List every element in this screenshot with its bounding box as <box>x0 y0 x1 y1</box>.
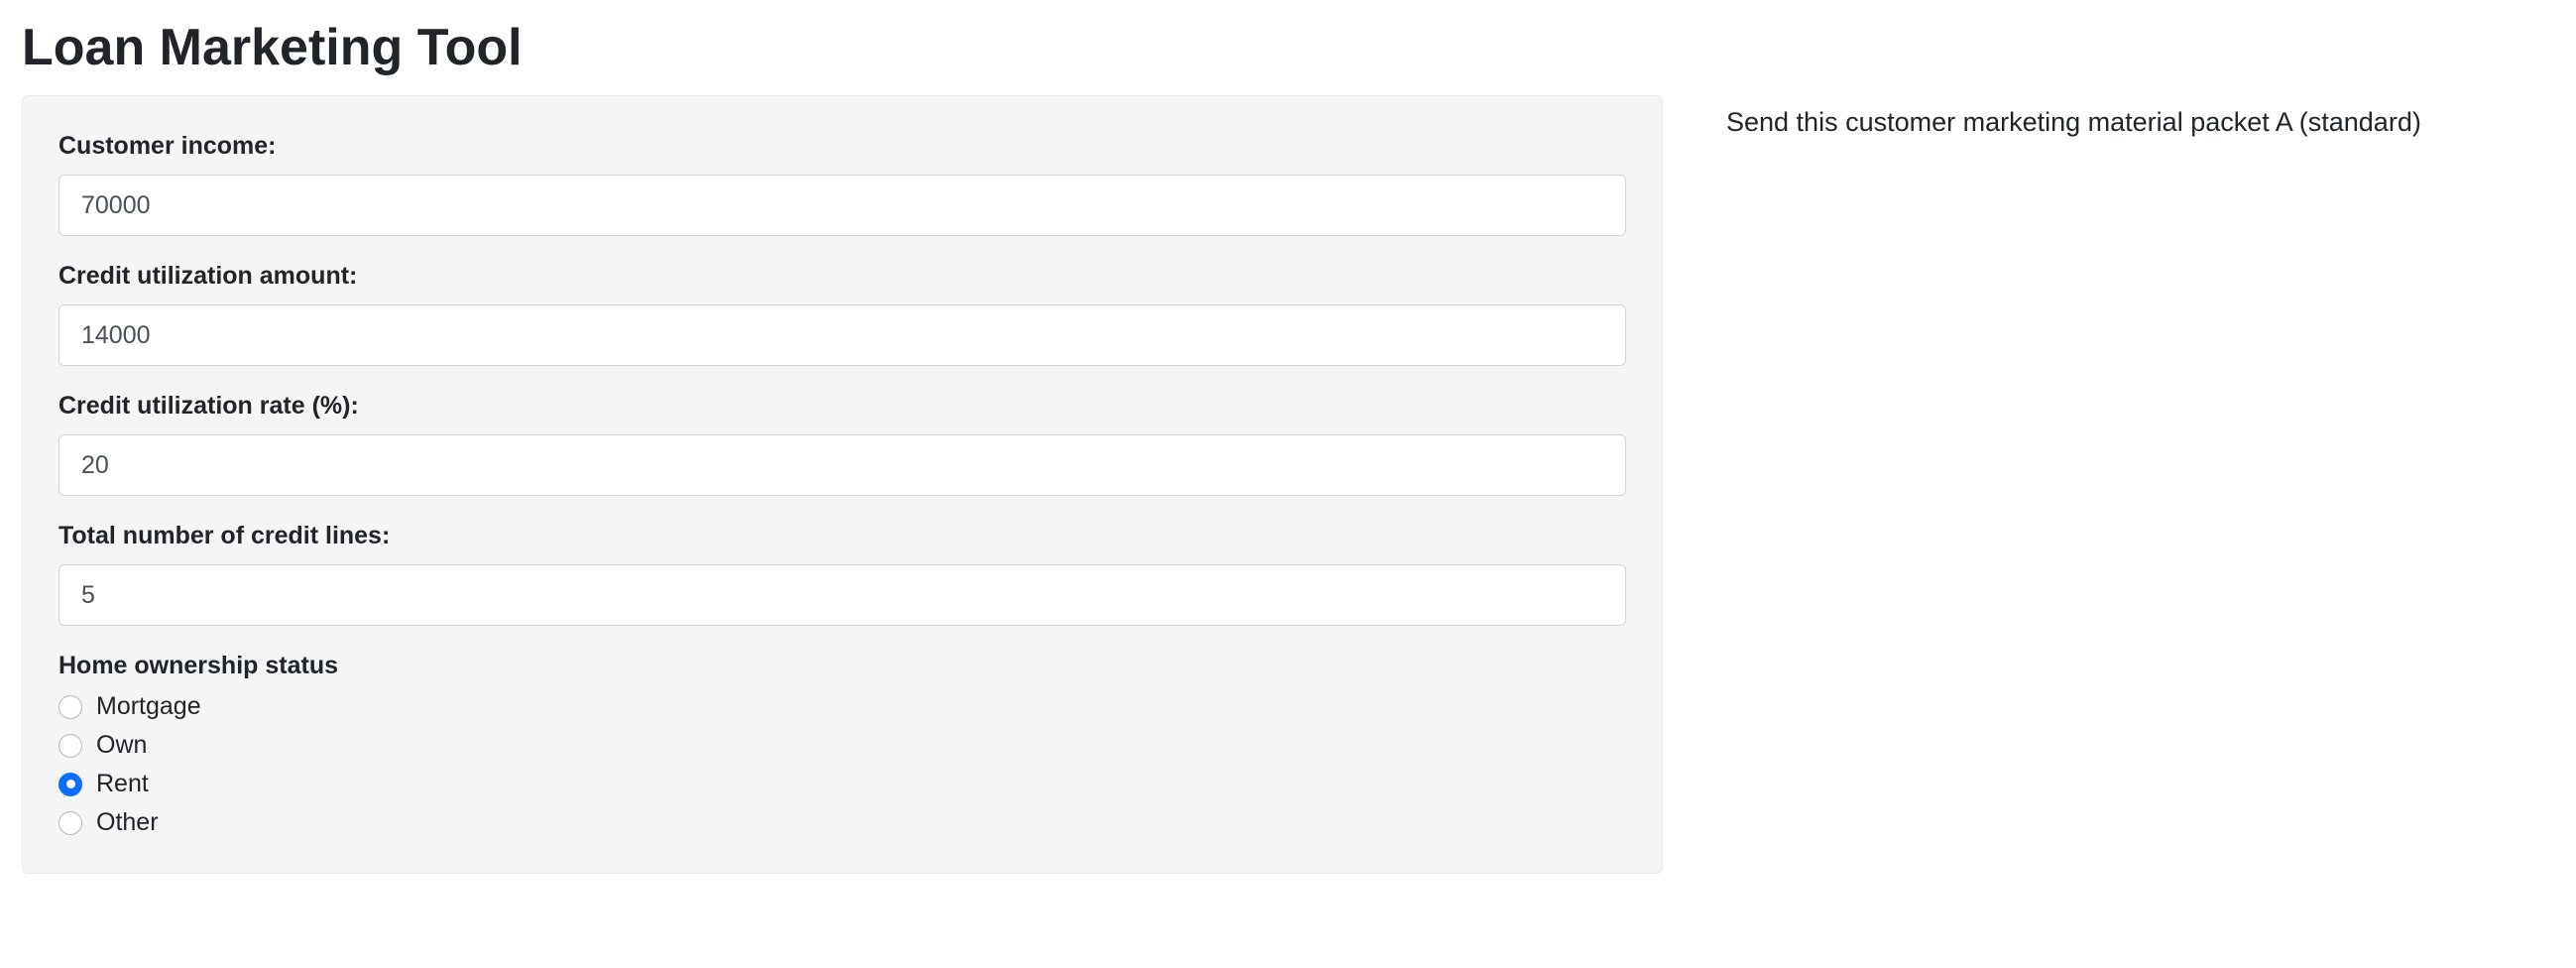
credit-lines-label: Total number of credit lines: <box>59 522 1626 550</box>
radio-icon <box>59 734 82 758</box>
radio-label: Other <box>96 808 159 837</box>
credit-util-amount-group: Credit utilization amount: <box>59 262 1626 366</box>
credit-util-rate-label: Credit utilization rate (%): <box>59 392 1626 421</box>
home-ownership-label: Home ownership status <box>59 652 1626 680</box>
radio-label: Own <box>96 731 147 760</box>
radio-label: Mortgage <box>96 692 201 721</box>
credit-util-amount-input[interactable] <box>59 304 1626 366</box>
output-message: Send this customer marketing material pa… <box>1726 107 2555 138</box>
credit-util-rate-group: Credit utilization rate (%): <box>59 392 1626 496</box>
radio-label: Rent <box>96 770 149 798</box>
home-ownership-option-rent[interactable]: Rent <box>59 770 1626 798</box>
radio-icon <box>59 811 82 835</box>
form-panel: Customer income: Credit utilization amou… <box>22 95 1663 874</box>
radio-icon <box>59 773 82 796</box>
income-input[interactable] <box>59 175 1626 236</box>
income-label: Customer income: <box>59 132 1626 161</box>
credit-lines-input[interactable] <box>59 564 1626 626</box>
radio-icon <box>59 695 82 719</box>
credit-util-amount-label: Credit utilization amount: <box>59 262 1626 291</box>
credit-lines-group: Total number of credit lines: <box>59 522 1626 626</box>
output-panel: Send this customer marketing material pa… <box>1663 95 2555 138</box>
income-group: Customer income: <box>59 132 1626 236</box>
home-ownership-option-own[interactable]: Own <box>59 731 1626 760</box>
home-ownership-option-mortgage[interactable]: Mortgage <box>59 692 1626 721</box>
page-title: Loan Marketing Tool <box>0 0 2576 77</box>
home-ownership-option-other[interactable]: Other <box>59 808 1626 837</box>
credit-util-rate-input[interactable] <box>59 434 1626 496</box>
home-ownership-group: Home ownership status Mortgage Own Rent … <box>59 652 1626 837</box>
